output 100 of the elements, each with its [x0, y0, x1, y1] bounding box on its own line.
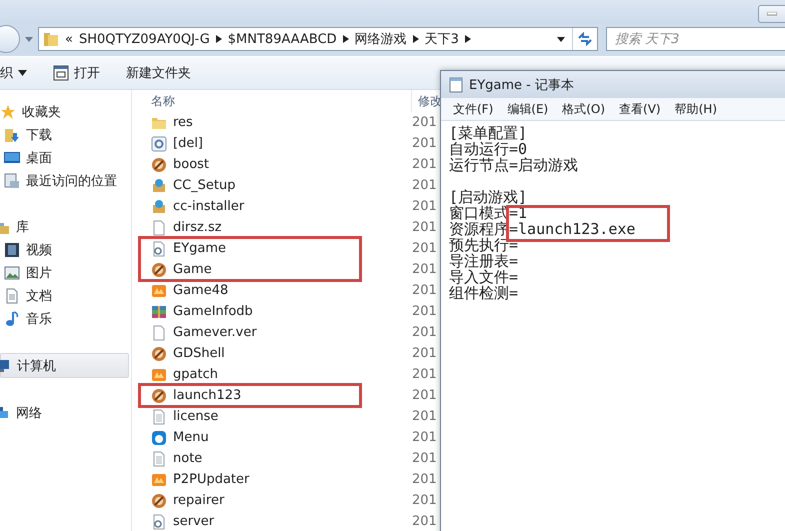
text-line: [启动游戏] — [449, 189, 528, 205]
file-name[interactable]: server — [146, 514, 406, 530]
file-name[interactable]: GameInfodb — [146, 304, 406, 320]
settings-file-icon — [151, 136, 167, 152]
modified-date: 201 — [411, 409, 437, 424]
menu-bar-item[interactable]: 格式(O) — [562, 100, 606, 118]
minimize-button[interactable] — [758, 5, 785, 23]
file-icon — [151, 220, 167, 236]
text-line: 导入文件= — [449, 269, 520, 285]
sidebar-item[interactable]: 图片 — [0, 261, 131, 284]
modified-date: 201 — [411, 367, 437, 382]
modified-date: 201 — [411, 304, 437, 319]
modified-date: 201 — [411, 283, 437, 298]
modified-date: 201 — [411, 262, 437, 277]
document-icon — [4, 288, 20, 304]
text-line: 导注册表= — [449, 253, 520, 269]
text-line: 预先执行= — [449, 237, 520, 253]
modified-date: 201 — [411, 430, 437, 445]
file-name[interactable]: gpatch — [146, 366, 406, 382]
file-name[interactable]: res — [146, 114, 406, 130]
breadcrumb[interactable]: $MNT89AAABCD — [228, 32, 337, 46]
modified-date: 201 — [411, 325, 437, 340]
folder-icon — [43, 31, 59, 47]
file-name[interactable]: dirsz.sz — [146, 220, 406, 236]
text-file-icon — [151, 408, 167, 424]
music-note-icon — [4, 310, 20, 326]
breadcrumb[interactable]: 网络游戏 — [354, 30, 407, 48]
menu-bar-item[interactable]: 查看(V) — [619, 100, 661, 118]
open-button[interactable]: 打开 — [47, 61, 106, 85]
file-name[interactable]: license — [146, 408, 406, 424]
star-icon — [0, 104, 16, 120]
package-icon — [151, 198, 167, 214]
file-name[interactable]: note — [146, 450, 406, 466]
modified-date: 201 — [411, 493, 437, 508]
file-name[interactable]: P2PUpdater — [146, 472, 406, 488]
file-name[interactable]: CC_Setup — [146, 178, 406, 194]
file-name[interactable]: [del] — [146, 136, 406, 152]
text-file-icon — [151, 450, 167, 466]
sidebar-item[interactable]: 视频 — [0, 238, 131, 261]
column-header[interactable]: 修改 — [412, 90, 442, 112]
open-icon — [53, 65, 69, 81]
file-name[interactable]: cc-installer — [146, 198, 406, 214]
back-button[interactable] — [0, 25, 20, 53]
caret-icon — [18, 70, 27, 76]
address-bar[interactable]: « SH0QTYZ09AY0QJ-G $MNT89AAABCD 网络游戏 天下3 — [38, 27, 598, 51]
file-name[interactable]: Menu — [146, 430, 406, 446]
modified-date: 201 — [411, 115, 437, 130]
monitor-icon — [4, 150, 20, 166]
organize-menu[interactable]: 织 — [0, 61, 33, 85]
archive-icon — [151, 304, 167, 320]
modified-date: 201 — [411, 220, 437, 235]
text-line: [菜单配置] — [449, 125, 528, 141]
app-icon — [151, 388, 167, 404]
app-icon — [151, 262, 167, 278]
sidebar-item[interactable]: 音乐 — [0, 307, 131, 330]
modified-date: 201 — [411, 388, 437, 403]
chevron-icon — [464, 35, 471, 43]
file-name[interactable]: GDShell — [146, 346, 406, 362]
app-icon — [151, 492, 167, 508]
file-name[interactable]: Game — [146, 262, 406, 278]
file-name[interactable]: launch123 — [146, 388, 406, 404]
settings-file-icon — [151, 240, 167, 256]
file-name[interactable]: repairer — [146, 492, 406, 508]
column-header[interactable]: 名称 — [146, 90, 412, 112]
app-icon — [151, 156, 167, 172]
file-name[interactable]: Gamever.ver — [146, 324, 406, 340]
image-icon — [4, 264, 20, 280]
window-title: EYgame - 记事本 — [469, 76, 574, 94]
file-name[interactable]: boost — [146, 156, 406, 172]
app-icon — [151, 346, 167, 362]
sidebar-item[interactable]: 库 — [0, 215, 131, 238]
new-folder-button[interactable]: 新建文件夹 — [120, 61, 197, 85]
app-icon — [151, 472, 167, 488]
sidebar-item[interactable]: 文档 — [0, 284, 131, 307]
app-icon — [151, 366, 167, 382]
history-dropdown-icon — [24, 35, 34, 43]
breadcrumb-overflow[interactable]: « — [65, 32, 73, 46]
menu-bar-item[interactable]: 编辑(E) — [507, 100, 548, 118]
search-field[interactable]: 搜索 天下3 — [606, 27, 785, 51]
chevron-icon — [216, 35, 222, 43]
menu-bar-item[interactable]: 帮助(H) — [674, 100, 717, 118]
modified-date: 201 — [411, 514, 437, 529]
sidebar-item[interactable]: 收藏夹 — [0, 100, 131, 123]
file-name[interactable]: Game48 — [146, 282, 406, 298]
breadcrumb[interactable]: SH0QTYZ09AY0QJ-G — [78, 32, 210, 46]
file-name[interactable]: EYgame — [146, 240, 406, 256]
menu-bar-item[interactable]: 文件(F) — [453, 100, 494, 118]
chevron-icon — [412, 35, 419, 43]
sidebar-item[interactable]: 下载 — [0, 123, 131, 146]
sidebar-item[interactable]: 计算机 — [0, 353, 129, 378]
text-line: 运行节点=启动游戏 — [449, 157, 580, 173]
breadcrumb[interactable]: 天下3 — [424, 30, 459, 48]
sidebar-item[interactable]: 最近访问的位置 — [0, 169, 131, 192]
file-icon — [151, 324, 167, 340]
sidebar-item[interactable]: 网络 — [0, 401, 131, 424]
app-icon — [151, 430, 167, 446]
text-line: 组件检测= — [449, 285, 520, 301]
modified-date: 201 — [411, 178, 437, 193]
dropdown-icon[interactable] — [556, 35, 566, 43]
sidebar-item[interactable]: 桌面 — [0, 146, 131, 169]
